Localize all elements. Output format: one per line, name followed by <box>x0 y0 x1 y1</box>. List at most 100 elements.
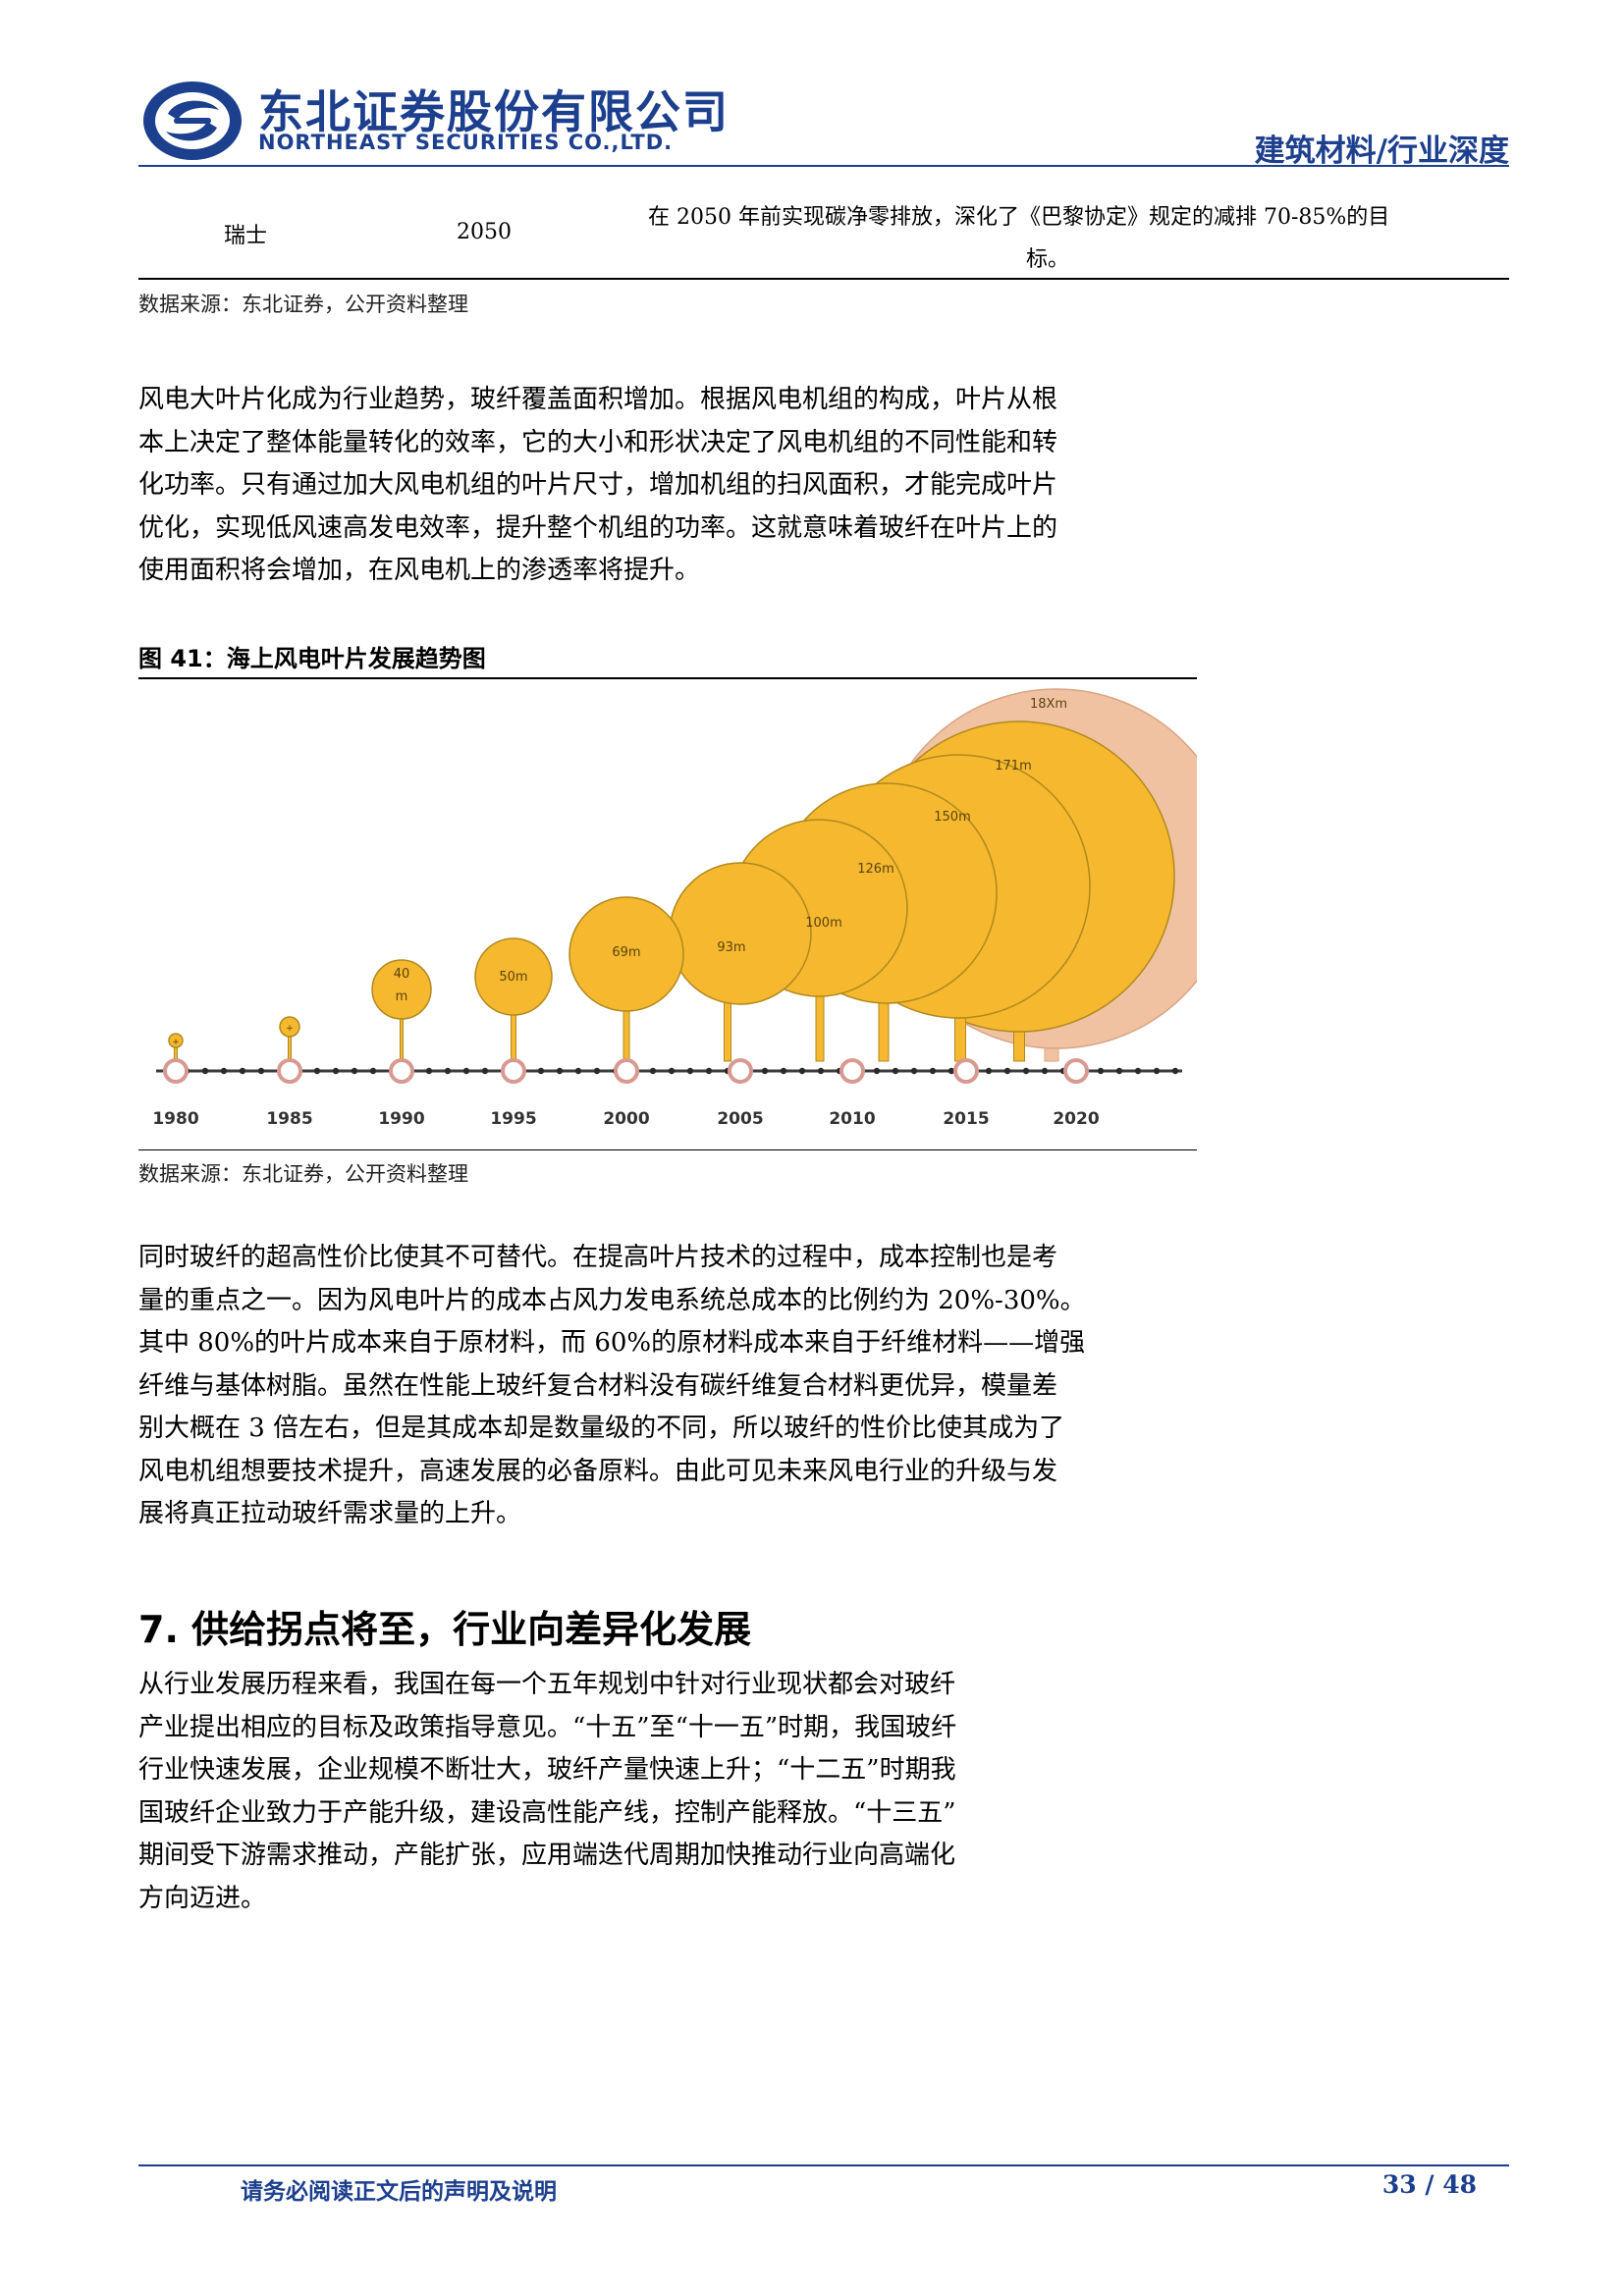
year-node <box>728 1058 753 1084</box>
figure-top-rule <box>138 677 1197 679</box>
bubble-label: 69m <box>612 945 640 960</box>
bubble-label: 40 <box>394 967 410 982</box>
timeline-dot <box>1097 1067 1105 1075</box>
timeline-dot <box>780 1067 787 1075</box>
year-label: 2020 <box>1053 1109 1099 1129</box>
paragraph-line: 同时玻纤的超高性价比使其不可替代。在提高叶片技术的过程中，成本控制也是考 <box>138 1243 1058 1272</box>
page-number: 33 / 48 <box>1381 2170 1477 2199</box>
header-divider <box>138 165 1509 167</box>
timeline-dot <box>798 1067 806 1075</box>
timeline-dot <box>239 1067 246 1075</box>
timeline-dot <box>537 1067 545 1075</box>
bubble-label: m <box>396 989 408 1004</box>
paragraph-line: 从行业发展历程来看，我国在每一个五年规划中针对行业现状都会对玻纤 <box>138 1670 956 1699</box>
figure-title: 图 41：海上风电叶片发展趋势图 <box>138 645 486 672</box>
bubble-stem <box>724 1001 731 1062</box>
paragraph-industry-history: 从行业发展历程来看，我国在每一个五年规划中针对行业现状都会对玻纤 产业提出相应的… <box>138 1664 956 1920</box>
paragraph-glass-fiber-cost: 同时玻纤的超高性价比使其不可替代。在提高叶片技术的过程中，成本控制也是考 量的重… <box>138 1237 1086 1536</box>
bubble-stem <box>511 1012 516 1062</box>
timeline-dot <box>481 1067 489 1075</box>
paragraph-line: 化功率。只有通过加大风电机组的叶片尺寸，增加机组的扫风面积，才能完成叶片 <box>138 470 1058 500</box>
timeline-dot <box>369 1067 377 1075</box>
source-note: 数据来源：东北证券，公开资料整理 <box>138 1162 468 1186</box>
table-cell-country: 瑞士 <box>224 224 268 248</box>
table-cell-goal-line2: 标。 <box>1026 247 1070 272</box>
company-logo <box>143 81 242 160</box>
year-node <box>953 1058 979 1084</box>
paragraph-wind-blades: 风电大叶片化成为行业趋势，玻纤覆盖面积增加。根据风电机组的构成，叶片从根 本上决… <box>138 379 1057 593</box>
bubble-stem <box>288 1034 292 1062</box>
timeline-dot <box>873 1067 881 1075</box>
timeline-dot <box>332 1067 340 1075</box>
timeline-dot <box>985 1067 993 1075</box>
paragraph-line: 优化，实现低风速高发电效率，提升整个机组的功率。这就意味着玻纤在叶片上的 <box>138 512 1058 543</box>
bubble-label: 150m <box>934 810 970 825</box>
footer-divider <box>138 2164 1509 2166</box>
paragraph-line: 展将真正拉动玻纤需求量的上升。 <box>138 1499 522 1528</box>
timeline-dot <box>351 1067 358 1075</box>
timeline-dot <box>910 1067 918 1075</box>
bubble-stem <box>623 1008 630 1062</box>
timeline-dot <box>462 1067 470 1075</box>
timeline-dot <box>1153 1067 1161 1075</box>
year-node <box>839 1058 865 1084</box>
year-label: 1985 <box>266 1109 312 1129</box>
timeline-dot <box>649 1067 657 1075</box>
bubble-label: 50m <box>499 970 527 985</box>
report-category: 建筑材料/行业深度 <box>1254 133 1509 169</box>
year-label: 2005 <box>717 1109 763 1129</box>
year-label: 1980 <box>152 1109 198 1129</box>
year-label: 2015 <box>943 1109 989 1129</box>
timeline-dot <box>425 1067 433 1075</box>
table-cell-year: 2050 <box>457 220 512 244</box>
paragraph-line: 产业提出相应的目标及政策指导意见。“十五”至“十一五”时期，我国玻纤 <box>138 1712 957 1742</box>
bubble-label: + <box>286 1024 294 1034</box>
timeline-dot <box>313 1067 321 1075</box>
year-node <box>501 1058 526 1084</box>
paragraph-line: 别大概在 3 倍左右，但是其成本却是数量级的不同，所以玻纤的性价比使其成为了 <box>138 1414 1065 1443</box>
timeline-dot <box>1171 1067 1179 1075</box>
paragraph-line: 量的重点之一。因为风电叶片的成本占风力发电系统总成本的比例约为 20%-30%。 <box>138 1285 1086 1315</box>
timeline-dot <box>201 1067 209 1075</box>
timeline-dot <box>686 1067 694 1075</box>
paragraph-line: 风电机组想要技术提升，高速发展的必备原料。由此可见未来风电行业的升级与发 <box>138 1456 1058 1486</box>
timeline-dot <box>817 1067 825 1075</box>
timeline-dot <box>257 1067 265 1075</box>
timeline-dot <box>761 1067 769 1075</box>
bubble-label: 171m <box>995 759 1031 774</box>
timeline-dot <box>1003 1067 1011 1075</box>
paragraph-line: 风电大叶片化成为行业趋势，玻纤覆盖面积增加。根据风电机组的构成，叶片从根 <box>138 385 1058 414</box>
year-label: 1995 <box>490 1109 536 1129</box>
bubble-label: 100m <box>805 916 841 931</box>
company-name-en: NORTHEAST SECURITIES CO.,LTD. <box>258 131 674 154</box>
bubble-stem <box>815 993 825 1062</box>
figure-bottom-rule <box>138 1149 1197 1150</box>
paragraph-line: 期间受下游需求推动，产能扩张，应用端迭代周期加快推动行业向高端化 <box>138 1841 956 1870</box>
year-node <box>1063 1058 1089 1084</box>
year-node <box>277 1058 302 1084</box>
timeline-dot <box>556 1067 564 1075</box>
timeline-dot <box>1022 1067 1030 1075</box>
footer-disclaimer: 请务必阅读正文后的声明及说明 <box>241 2179 557 2205</box>
paragraph-line: 行业快速发展，企业规模不断壮大，玻纤产量快速上升；“十二五”时期我 <box>138 1755 956 1785</box>
year-node <box>614 1058 639 1084</box>
timeline-dot <box>1115 1067 1123 1075</box>
blade-size-bubble <box>669 862 812 1005</box>
paragraph-line: 本上决定了整体能量转化的效率，它的大小和形状决定了风电机组的不同性能和转 <box>138 427 1058 457</box>
year-label: 1990 <box>378 1109 424 1129</box>
bubble-label: 126m <box>857 862 893 877</box>
timeline-dot <box>1041 1067 1049 1075</box>
timeline-dot <box>444 1067 452 1075</box>
blade-trend-chart: 40 m 50m 69m 93m 100m 126m 150m 171m 18Xm + + 1980 1… <box>152 688 1197 1129</box>
timeline-dot <box>705 1067 713 1075</box>
paragraph-line: 方向迈进。 <box>138 1883 267 1913</box>
timeline-dot <box>593 1067 601 1075</box>
table-bottom-rule <box>138 278 1509 280</box>
year-label: 2010 <box>829 1109 875 1129</box>
bubble-stem <box>1013 1029 1025 1062</box>
year-node <box>389 1058 414 1084</box>
paragraph-line: 国玻纤企业致力于产能升级，建设高性能产线，控制产能释放。“十三五” <box>138 1797 956 1828</box>
timeline-dot <box>668 1067 676 1075</box>
bubble-label: + <box>172 1038 180 1047</box>
timeline-dot <box>892 1067 899 1075</box>
